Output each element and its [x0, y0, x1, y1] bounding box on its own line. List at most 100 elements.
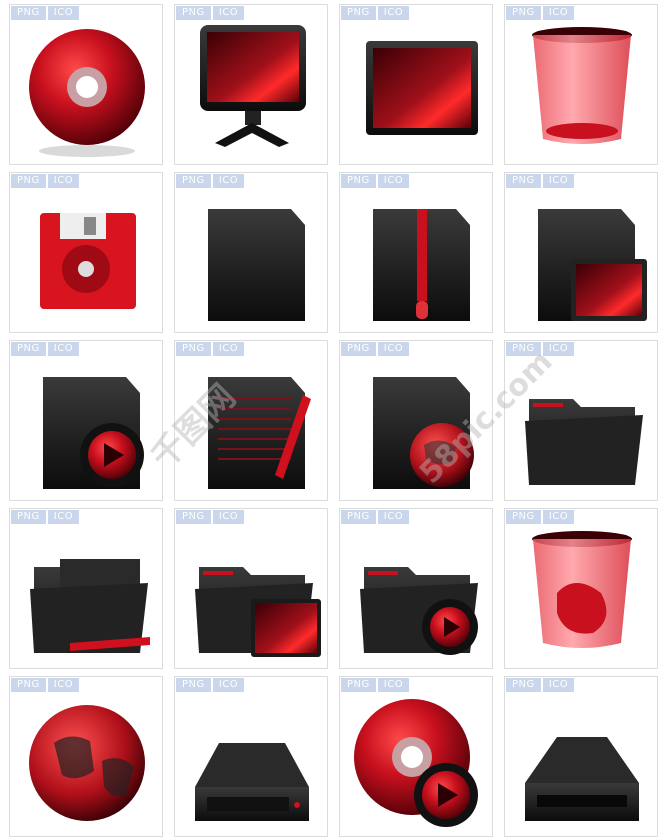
download-tags: PNG ICO	[176, 342, 245, 356]
download-tags: PNG ICO	[176, 6, 245, 20]
png-download-link[interactable]: PNG	[341, 510, 376, 524]
download-tags: PNG ICO	[341, 510, 410, 524]
ico-download-link[interactable]: ICO	[212, 342, 245, 356]
ico-download-link[interactable]: ICO	[47, 174, 80, 188]
text-document-icon[interactable]	[175, 355, 329, 501]
ico-download-link[interactable]: ICO	[47, 342, 80, 356]
hard-drive-icon[interactable]	[175, 691, 329, 837]
icon-cell: PNG ICO	[174, 172, 328, 333]
media-folder-icon[interactable]	[340, 523, 494, 669]
png-download-link[interactable]: PNG	[176, 6, 211, 20]
icon-cell: PNG ICO	[174, 508, 328, 669]
icon-cell: PNG ICO	[504, 508, 658, 669]
ico-download-link[interactable]: ICO	[212, 6, 245, 20]
download-tags: PNG ICO	[176, 510, 245, 524]
download-tags: PNG ICO	[341, 342, 410, 356]
ico-download-link[interactable]: ICO	[542, 510, 575, 524]
ico-download-link[interactable]: ICO	[47, 510, 80, 524]
folder-icon[interactable]	[505, 355, 659, 501]
download-tags: PNG ICO	[11, 342, 80, 356]
web-file-icon[interactable]	[340, 355, 494, 501]
download-tags: PNG ICO	[176, 174, 245, 188]
icon-cell: PNG ICO	[9, 676, 163, 837]
removable-drive-icon[interactable]	[505, 691, 659, 837]
icon-cell: PNG ICO	[504, 4, 658, 165]
globe-icon[interactable]	[10, 691, 164, 837]
zip-file-icon[interactable]	[340, 187, 494, 333]
download-tags: PNG ICO	[506, 6, 575, 20]
icon-cell: PNG ICO	[174, 340, 328, 501]
image-file-icon[interactable]	[505, 187, 659, 333]
recycle-bin-empty-icon[interactable]	[505, 19, 659, 165]
download-tags: PNG ICO	[11, 510, 80, 524]
monitor-icon[interactable]	[175, 19, 329, 165]
ico-download-link[interactable]: ICO	[377, 678, 410, 692]
download-tags: PNG ICO	[341, 678, 410, 692]
icon-cell: PNG ICO	[174, 4, 328, 165]
icon-cell: PNG ICO	[504, 172, 658, 333]
download-tags: PNG ICO	[11, 174, 80, 188]
ico-download-link[interactable]: ICO	[542, 342, 575, 356]
icon-cell: PNG ICO	[504, 340, 658, 501]
png-download-link[interactable]: PNG	[11, 678, 46, 692]
png-download-link[interactable]: PNG	[11, 342, 46, 356]
screen-icon[interactable]	[340, 19, 494, 165]
ico-download-link[interactable]: ICO	[377, 6, 410, 20]
png-download-link[interactable]: PNG	[176, 678, 211, 692]
pictures-folder-icon[interactable]	[175, 523, 329, 669]
icon-cell: PNG ICO	[339, 676, 493, 837]
ico-download-link[interactable]: ICO	[47, 678, 80, 692]
ico-download-link[interactable]: ICO	[377, 174, 410, 188]
ico-download-link[interactable]: ICO	[377, 510, 410, 524]
blank-file-icon[interactable]	[175, 187, 329, 333]
cd-disc-icon[interactable]	[10, 19, 164, 165]
png-download-link[interactable]: PNG	[341, 342, 376, 356]
png-download-link[interactable]: PNG	[341, 678, 376, 692]
png-download-link[interactable]: PNG	[506, 342, 541, 356]
icon-cell: PNG ICO	[9, 172, 163, 333]
dvd-media-icon[interactable]	[340, 691, 494, 837]
png-download-link[interactable]: PNG	[11, 174, 46, 188]
download-tags: PNG ICO	[506, 678, 575, 692]
icon-cell: PNG ICO	[174, 676, 328, 837]
download-tags: PNG ICO	[11, 6, 80, 20]
ico-download-link[interactable]: ICO	[47, 6, 80, 20]
download-tags: PNG ICO	[341, 174, 410, 188]
download-tags: PNG ICO	[11, 678, 80, 692]
ico-download-link[interactable]: ICO	[542, 174, 575, 188]
media-file-icon[interactable]	[10, 355, 164, 501]
ico-download-link[interactable]: ICO	[212, 174, 245, 188]
download-tags: PNG ICO	[506, 510, 575, 524]
png-download-link[interactable]: PNG	[506, 510, 541, 524]
download-tags: PNG ICO	[506, 174, 575, 188]
documents-folder-icon[interactable]	[10, 523, 164, 669]
png-download-link[interactable]: PNG	[506, 174, 541, 188]
png-download-link[interactable]: PNG	[11, 6, 46, 20]
icon-cell: PNG ICO	[9, 4, 163, 165]
icon-cell: PNG ICO	[339, 508, 493, 669]
png-download-link[interactable]: PNG	[341, 6, 376, 20]
ico-download-link[interactable]: ICO	[212, 678, 245, 692]
icon-cell: PNG ICO	[339, 172, 493, 333]
ico-download-link[interactable]: ICO	[377, 342, 410, 356]
png-download-link[interactable]: PNG	[176, 510, 211, 524]
icon-cell: PNG ICO	[9, 508, 163, 669]
png-download-link[interactable]: PNG	[506, 6, 541, 20]
download-tags: PNG ICO	[341, 6, 410, 20]
icon-cell: PNG ICO	[339, 340, 493, 501]
ico-download-link[interactable]: ICO	[212, 510, 245, 524]
icon-cell: PNG ICO	[9, 340, 163, 501]
download-tags: PNG ICO	[506, 342, 575, 356]
png-download-link[interactable]: PNG	[506, 678, 541, 692]
png-download-link[interactable]: PNG	[341, 174, 376, 188]
png-download-link[interactable]: PNG	[176, 174, 211, 188]
floppy-disk-icon[interactable]	[10, 187, 164, 333]
icon-cell: PNG ICO	[339, 4, 493, 165]
icon-cell: PNG ICO	[504, 676, 658, 837]
ico-download-link[interactable]: ICO	[542, 678, 575, 692]
icon-grid: PNG ICO PNG ICO PNG ICO PNG ICO PNG ICO …	[9, 4, 658, 837]
png-download-link[interactable]: PNG	[11, 510, 46, 524]
png-download-link[interactable]: PNG	[176, 342, 211, 356]
ico-download-link[interactable]: ICO	[542, 6, 575, 20]
recycle-bin-full-icon[interactable]	[505, 523, 659, 669]
